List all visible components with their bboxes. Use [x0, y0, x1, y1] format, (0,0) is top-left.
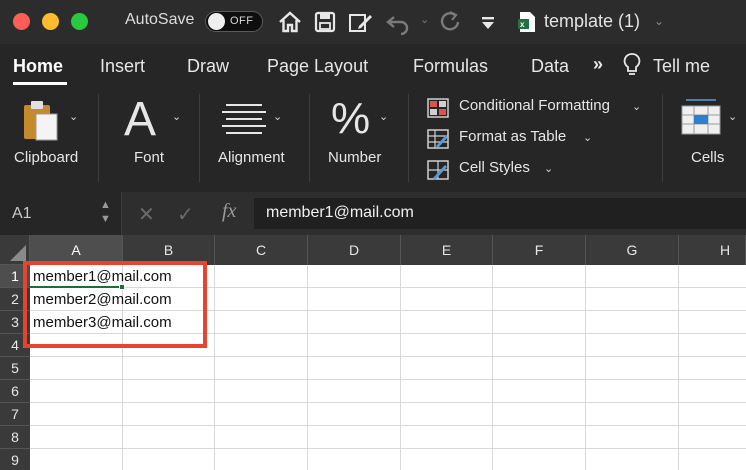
column-header-d[interactable]: D: [308, 235, 401, 265]
document-menu-chevron-icon[interactable]: ⌄: [654, 14, 664, 28]
gridline: [30, 356, 746, 357]
font-icon[interactable]: A: [124, 92, 156, 147]
tab-formulas[interactable]: Formulas: [413, 56, 488, 77]
spreadsheet-grid[interactable]: A B C D E F G H 1 2 3 4 5 6 7 8 9 member…: [0, 235, 746, 470]
format-as-table-button[interactable]: Format as Table: [427, 127, 577, 151]
customize-toolbar-icon[interactable]: [476, 9, 502, 35]
cell-styles-icon: [427, 160, 449, 180]
conditional-formatting-icon: [427, 98, 449, 118]
gridline: [30, 448, 746, 449]
tab-home-indicator: [13, 82, 67, 85]
row-header-5[interactable]: 5: [0, 357, 30, 380]
gridline: [30, 402, 746, 403]
ribbon-home: ⌄ Clipboard A ⌄ Font ⌄ Alignment % ⌄ Num…: [0, 88, 746, 192]
tell-me-search[interactable]: Tell me: [653, 56, 710, 77]
alignment-group-label: Alignment: [218, 149, 285, 166]
row-header-9[interactable]: 9: [0, 449, 30, 470]
row-header-6[interactable]: 6: [0, 380, 30, 403]
autosave-state: OFF: [230, 15, 254, 27]
name-box[interactable]: A1 ▲ ▼: [0, 192, 122, 235]
gridline: [585, 265, 586, 470]
name-box-stepper-icon[interactable]: ▲ ▼: [100, 198, 111, 226]
svg-text:x: x: [520, 20, 525, 29]
tab-data[interactable]: Data: [531, 56, 569, 77]
column-header-g[interactable]: G: [586, 235, 679, 265]
clipboard-icon[interactable]: [22, 100, 66, 142]
format-as-table-chevron-icon[interactable]: ⌄: [583, 131, 592, 144]
name-box-value: A1: [12, 205, 32, 222]
formula-value: member1@mail.com: [266, 204, 414, 221]
redo-icon[interactable]: [437, 9, 463, 35]
more-tabs-icon[interactable]: »: [593, 54, 603, 75]
autosave-label: AutoSave: [125, 11, 195, 28]
document-title[interactable]: template (1): [544, 11, 640, 32]
minimize-window-button[interactable]: [42, 13, 59, 30]
conditional-formatting-button[interactable]: Conditional Formatting: [427, 96, 647, 120]
ribbon-tabs: Home Insert Draw Page Layout Formulas Da…: [0, 44, 746, 88]
number-format-icon[interactable]: %: [331, 94, 370, 144]
row-header-7[interactable]: 7: [0, 403, 30, 426]
cell-styles-chevron-icon[interactable]: ⌄: [544, 162, 553, 175]
cell-styles-button[interactable]: Cell Styles: [427, 158, 537, 182]
enter-icon[interactable]: ✓: [177, 202, 194, 227]
edit-icon[interactable]: [347, 9, 373, 35]
column-header-c[interactable]: C: [215, 235, 308, 265]
undo-menu-chevron-icon[interactable]: ⌄: [420, 13, 429, 26]
tab-insert[interactable]: Insert: [100, 56, 145, 77]
alignment-chevron-icon[interactable]: ⌄: [273, 110, 282, 123]
conditional-formatting-chevron-icon[interactable]: ⌄: [632, 100, 641, 113]
cancel-icon[interactable]: ✕: [138, 202, 155, 227]
format-as-table-icon: [427, 129, 449, 149]
home-icon[interactable]: [277, 9, 303, 35]
excel-file-icon: x: [518, 11, 536, 33]
lightbulb-icon[interactable]: [622, 52, 642, 78]
column-header-e[interactable]: E: [401, 235, 493, 265]
clipboard-group-label: Clipboard: [14, 149, 79, 166]
autosave-toggle[interactable]: OFF: [205, 11, 263, 32]
format-as-table-label: Format as Table: [459, 128, 567, 145]
tab-draw[interactable]: Draw: [187, 56, 229, 77]
tab-home[interactable]: Home: [13, 56, 63, 77]
ribbon-separator: [662, 94, 663, 182]
ribbon-separator: [199, 94, 200, 182]
gridline: [307, 265, 308, 470]
column-header-h[interactable]: H: [679, 235, 746, 265]
formula-bar: A1 ▲ ▼ ✕ ✓ fx member1@mail.com: [0, 192, 746, 235]
tab-page-layout[interactable]: Page Layout: [267, 56, 368, 77]
formula-input[interactable]: member1@mail.com: [254, 198, 746, 229]
cells-icon[interactable]: [680, 98, 722, 138]
undo-icon[interactable]: [385, 9, 411, 35]
save-icon[interactable]: [312, 9, 338, 35]
cell-styles-label: Cell Styles: [459, 159, 530, 176]
column-header-f[interactable]: F: [493, 235, 586, 265]
gridline: [30, 379, 746, 380]
ribbon-separator: [309, 94, 310, 182]
ribbon-separator: [98, 94, 99, 182]
cells-group-label: Cells: [691, 149, 725, 166]
title-bar: AutoSave OFF ⌄ x template (1) ⌄: [0, 0, 746, 44]
select-all-triangle-icon: [10, 245, 26, 261]
gridline: [400, 265, 401, 470]
font-group-label: Font: [134, 149, 165, 166]
font-chevron-icon[interactable]: ⌄: [172, 110, 181, 123]
conditional-formatting-label: Conditional Formatting: [459, 97, 610, 114]
insert-function-icon[interactable]: fx: [222, 200, 236, 223]
ribbon-separator: [408, 94, 409, 182]
gridline: [678, 265, 679, 470]
autosave-toggle-knob: [208, 13, 225, 30]
cells-chevron-icon[interactable]: ⌄: [728, 110, 737, 123]
number-chevron-icon[interactable]: ⌄: [379, 110, 388, 123]
zoom-window-button[interactable]: [71, 13, 88, 30]
gridline: [214, 265, 215, 470]
number-group-label: Number: [328, 149, 382, 166]
row-header-8[interactable]: 8: [0, 426, 30, 449]
highlight-annotation-box: [23, 261, 207, 348]
close-window-button[interactable]: [13, 13, 30, 30]
clipboard-chevron-icon[interactable]: ⌄: [69, 110, 78, 123]
gridline: [30, 425, 746, 426]
alignment-icon[interactable]: [222, 104, 266, 134]
gridline: [492, 265, 493, 470]
